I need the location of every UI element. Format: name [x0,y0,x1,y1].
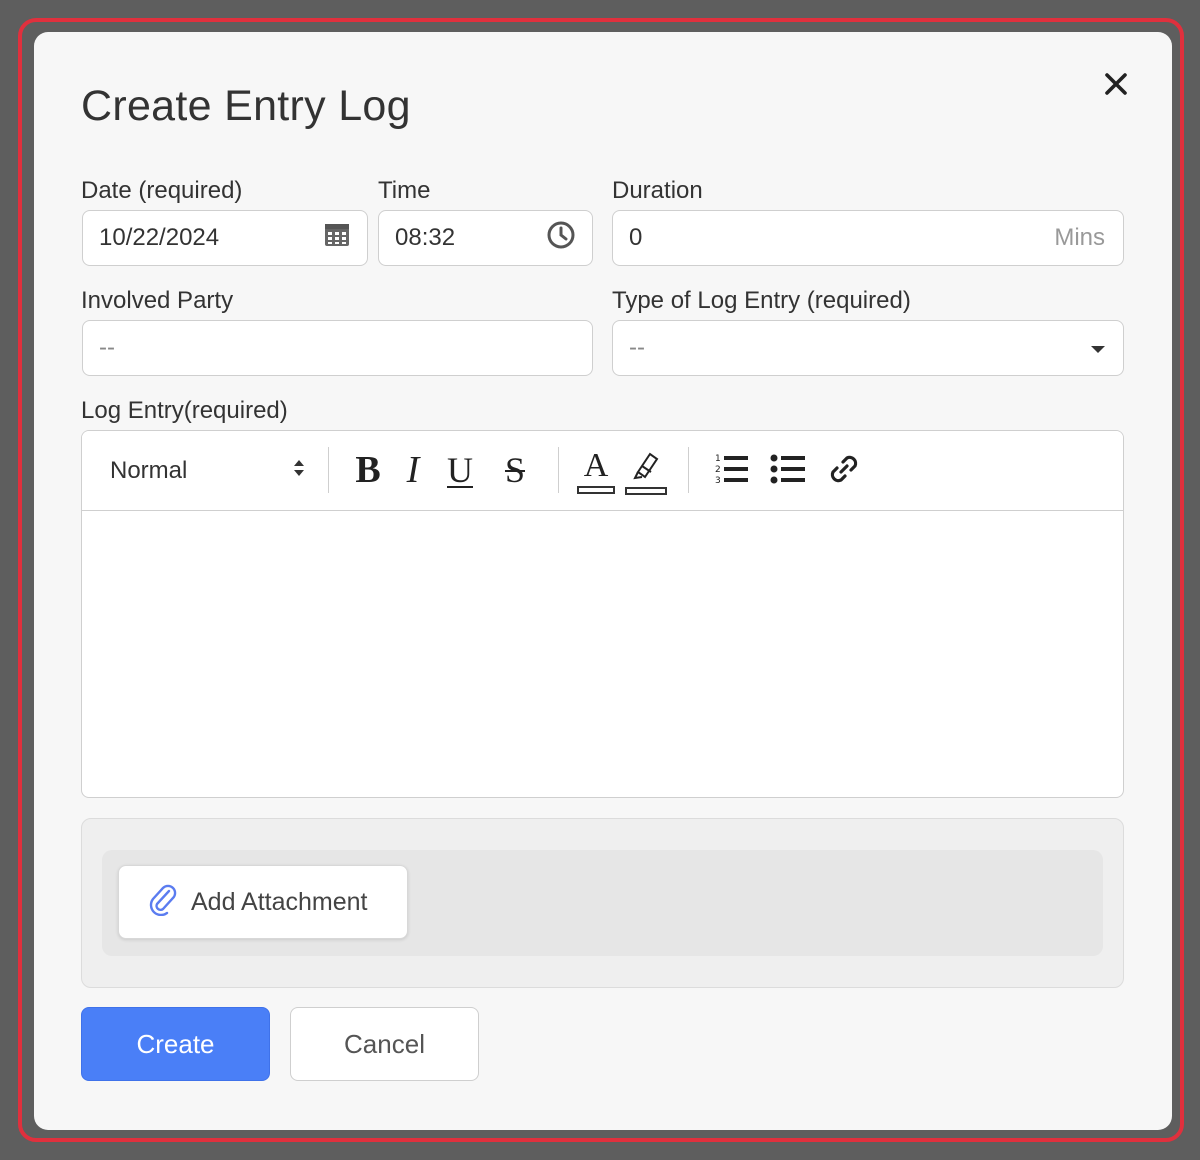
underline-icon: U [447,450,473,490]
svg-text:2: 2 [715,465,721,475]
format-selected: Normal [110,457,188,484]
log-entry-label: Log Entry(required) [81,397,288,424]
sort-arrows-icon [292,457,306,486]
date-value: 10/22/2024 [99,224,220,251]
create-entry-log-dialog: Create Entry Log Date (required) 10/22/2… [34,32,1172,1130]
add-attachment-button[interactable]: Add Attachment [118,865,408,939]
dialog-title: Create Entry Log [81,82,411,130]
duration-input[interactable]: 0 Mins [612,210,1124,266]
attachment-list: Add Attachment [102,850,1103,956]
close-icon[interactable] [1104,72,1128,101]
log-entry-editor: Normal B I U S A 1 2 3 [81,430,1124,798]
date-input[interactable]: 10/22/2024 [82,210,368,266]
duration-value: 0 [629,224,643,251]
involved-party-placeholder: -- [99,334,115,361]
attachment-dropzone: Add Attachment [81,818,1124,988]
duration-unit: Mins [1054,224,1105,251]
create-button[interactable]: Create [81,1007,270,1081]
toolbar-divider [328,447,329,493]
format-select[interactable]: Normal [110,453,306,489]
italic-button[interactable]: I [396,449,430,491]
date-label: Date (required) [81,177,243,204]
highlight-swatch [625,486,667,495]
toolbar-divider [558,447,559,493]
bold-button[interactable]: B [350,449,386,491]
highlight-icon [630,448,662,487]
log-type-selected: -- [629,334,645,361]
editor-toolbar: Normal B I U S A 1 2 3 [82,431,1123,511]
paperclip-icon [147,882,177,923]
close-button[interactable] [1098,68,1134,104]
text-color-button[interactable]: A [576,445,616,497]
strikethrough-icon: S [504,450,526,490]
svg-text:3: 3 [715,476,721,486]
ordered-list-icon: 1 2 3 [714,451,750,492]
cancel-button-label: Cancel [344,1028,425,1059]
involved-party-input[interactable]: -- [82,320,593,376]
text-color-swatch [577,486,615,494]
bold-icon: B [355,449,381,491]
calendar-icon[interactable] [323,221,351,256]
strikethrough-button[interactable]: S [494,449,536,491]
log-type-label: Type of Log Entry (required) [612,287,911,314]
cancel-button[interactable]: Cancel [290,1007,479,1081]
add-attachment-label: Add Attachment [191,887,368,916]
bullet-list-icon [770,451,806,492]
log-type-select[interactable]: -- [612,320,1124,376]
ordered-list-button[interactable]: 1 2 3 [712,451,752,491]
involved-party-label: Involved Party [81,287,234,314]
svg-text:1: 1 [715,454,721,464]
time-label: Time [378,177,431,204]
bullet-list-button[interactable] [768,451,808,491]
highlight-button[interactable] [624,445,668,497]
link-icon [827,452,861,491]
toolbar-divider [688,447,689,493]
underline-button[interactable]: U [440,449,480,491]
time-input[interactable]: 08:32 [378,210,593,266]
log-entry-textarea[interactable] [82,511,1123,797]
italic-icon: I [406,449,420,491]
link-button[interactable] [824,451,864,491]
time-value: 08:32 [395,224,456,251]
text-color-icon: A [583,447,609,484]
create-button-label: Create [136,1028,215,1059]
clock-icon[interactable] [546,220,576,257]
caret-down-icon[interactable] [1089,334,1107,362]
duration-label: Duration [612,177,703,204]
